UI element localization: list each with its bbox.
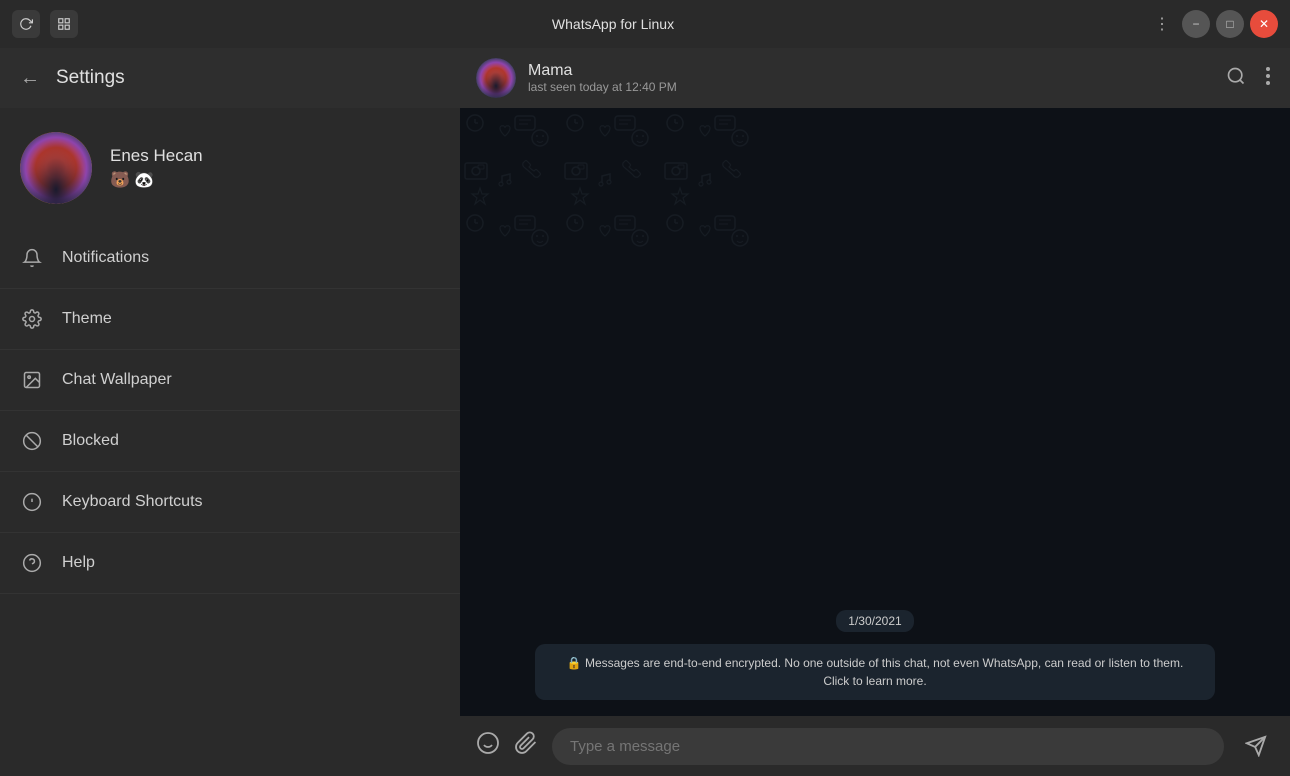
encryption-notice[interactable]: 🔒 Messages are end-to-end encrypted. No …: [535, 644, 1215, 700]
settings-header: ← Settings: [0, 48, 460, 108]
settings-item-blocked[interactable]: Blocked: [0, 411, 460, 472]
help-label: Help: [62, 554, 95, 572]
main-layout: ← Settings Enes Hecan 🐻 🐼 No: [0, 48, 1290, 776]
attachment-icon[interactable]: [514, 731, 538, 761]
contact-name: Mama: [528, 62, 1210, 80]
chat-background: 1/30/2021 🔒 Messages are end-to-end encr…: [460, 108, 1290, 716]
window-controls: ⋮ − □ ✕: [1148, 10, 1278, 38]
notifications-label: Notifications: [62, 249, 149, 267]
profile-emoji: 🐻 🐼: [110, 170, 203, 190]
help-icon: [20, 551, 44, 575]
chat-input-bar: [460, 716, 1290, 776]
close-button[interactable]: ✕: [1250, 10, 1278, 38]
message-input[interactable]: [552, 728, 1224, 765]
emoji-icon[interactable]: [476, 731, 500, 761]
settings-item-keyboard-shortcuts[interactable]: Keyboard Shortcuts: [0, 472, 460, 533]
maximize-button[interactable]: □: [1216, 10, 1244, 38]
grid-icon[interactable]: [50, 10, 78, 38]
titlebar: WhatsApp for Linux ⋮ − □ ✕: [0, 0, 1290, 48]
profile-section[interactable]: Enes Hecan 🐻 🐼: [0, 108, 460, 228]
settings-item-help[interactable]: Help: [0, 533, 460, 594]
profile-info: Enes Hecan 🐻 🐼: [110, 146, 203, 190]
menu-dots[interactable]: ⋮: [1148, 10, 1176, 38]
chat-header: Mama last seen today at 12:40 PM: [460, 48, 1290, 108]
settings-sidebar: ← Settings Enes Hecan 🐻 🐼 No: [0, 48, 460, 776]
bell-icon: [20, 246, 44, 270]
gear-icon: [20, 307, 44, 331]
theme-label: Theme: [62, 310, 112, 328]
send-button[interactable]: [1238, 728, 1274, 764]
contact-info[interactable]: Mama last seen today at 12:40 PM: [528, 62, 1210, 94]
chat-area: Mama last seen today at 12:40 PM: [460, 48, 1290, 776]
minimize-button[interactable]: −: [1182, 10, 1210, 38]
settings-item-notifications[interactable]: Notifications: [0, 228, 460, 289]
contact-avatar: [476, 58, 516, 98]
contact-status: last seen today at 12:40 PM: [528, 80, 1210, 94]
chat-messages: 1/30/2021 🔒 Messages are end-to-end encr…: [460, 108, 1290, 716]
settings-item-chat-wallpaper[interactable]: Chat Wallpaper: [0, 350, 460, 411]
profile-name: Enes Hecan: [110, 146, 203, 166]
blocked-label: Blocked: [62, 432, 119, 450]
blocked-icon: [20, 429, 44, 453]
keyboard-icon: [20, 490, 44, 514]
app-title: WhatsApp for Linux: [78, 16, 1148, 32]
avatar: [20, 132, 92, 204]
settings-title: Settings: [56, 67, 125, 89]
back-button[interactable]: ←: [20, 67, 40, 90]
refresh-icon[interactable]: [12, 10, 40, 38]
settings-menu: Notifications Theme: [0, 228, 460, 594]
chat-header-actions: [1222, 62, 1274, 95]
date-badge: 1/30/2021: [836, 610, 913, 632]
search-icon[interactable]: [1222, 62, 1250, 95]
chat-wallpaper-label: Chat Wallpaper: [62, 371, 172, 389]
more-options-icon[interactable]: [1262, 62, 1274, 95]
settings-item-theme[interactable]: Theme: [0, 289, 460, 350]
image-icon: [20, 368, 44, 392]
keyboard-shortcuts-label: Keyboard Shortcuts: [62, 493, 203, 511]
